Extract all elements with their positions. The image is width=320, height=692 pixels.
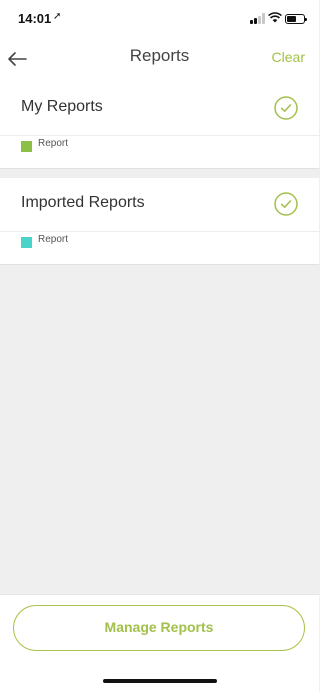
check-circle-icon[interactable] — [274, 192, 298, 216]
home-indicator — [103, 679, 217, 683]
green-color-square-icon — [21, 141, 32, 152]
status-bar: 14:01 ➚ — [0, 0, 319, 38]
section-title: My Reports — [21, 98, 103, 115]
battery-icon — [285, 14, 307, 24]
clear-button[interactable]: Clear — [272, 49, 305, 65]
manage-reports-button[interactable]: Manage Reports — [13, 605, 305, 651]
my-reports-section: My Reports Report — [0, 82, 319, 169]
status-time: 14:01 — [18, 11, 52, 26]
tag-label: Report — [38, 234, 69, 245]
report-tag: Report — [0, 232, 319, 264]
section-title: Imported Reports — [21, 194, 145, 211]
imported-reports-section: Imported Reports Report — [0, 178, 319, 265]
location-arrow-icon: ➚ — [53, 11, 62, 22]
check-circle-icon[interactable] — [274, 96, 298, 120]
bottom-bar: Manage Reports — [0, 594, 319, 692]
cellular-signal-icon — [250, 13, 266, 24]
wifi-icon — [268, 12, 282, 23]
my-reports-row[interactable]: My Reports — [0, 82, 319, 136]
imported-reports-row[interactable]: Imported Reports — [0, 178, 319, 232]
report-tag: Report — [0, 136, 319, 168]
navigation-bar: Reports Clear — [0, 38, 319, 82]
tag-label: Report — [38, 138, 69, 149]
teal-color-square-icon — [21, 237, 32, 248]
